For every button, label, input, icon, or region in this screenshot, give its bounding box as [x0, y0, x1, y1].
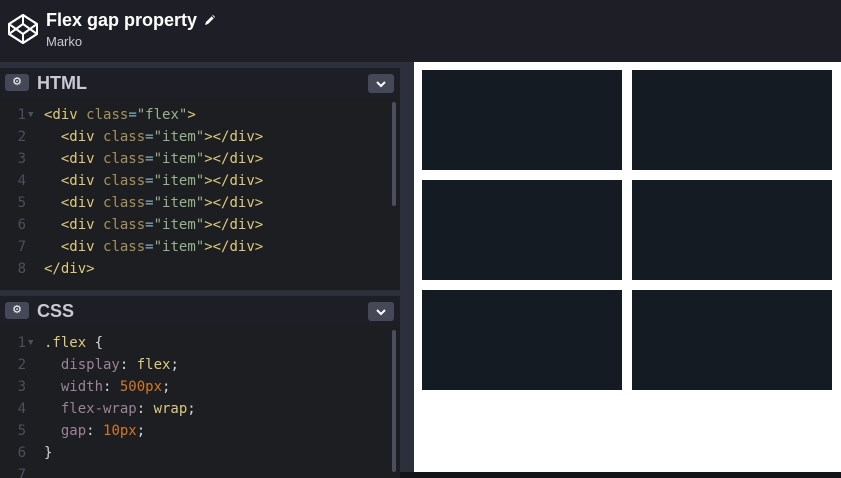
line-number: 5: [17, 195, 26, 211]
flex-container: [422, 70, 841, 390]
code-text: <div class="item"></div>: [60, 173, 264, 189]
css-code-editor[interactable]: 1 ▼ .flex {2 display: flex; 3 width: 500px;…: [0, 326, 400, 478]
code-line[interactable]: 6}: [0, 442, 400, 464]
line-number: 7: [17, 239, 26, 255]
line-number: 1: [17, 107, 26, 123]
line-number: 7: [17, 467, 26, 478]
author-name[interactable]: Marko: [46, 34, 82, 49]
css-scrollbar[interactable]: [392, 330, 396, 472]
code-text: }: [44, 445, 53, 461]
code-line[interactable]: 4 flex-wrap: wrap;: [0, 398, 400, 420]
pen-title[interactable]: Flex gap property: [46, 10, 197, 31]
code-text: width: 500px;: [60, 379, 171, 395]
code-line[interactable]: 5 gap: 10px;: [0, 420, 400, 442]
line-number: 2: [17, 357, 26, 373]
flex-item: [422, 70, 622, 170]
code-text: gap: 10px;: [60, 423, 146, 439]
code-text: </div>: [44, 261, 95, 277]
chevron-down-icon[interactable]: [368, 302, 394, 321]
html-panel-header: ⚙ HTML: [0, 68, 400, 98]
code-line[interactable]: 3 <div class="item"></div>: [0, 148, 400, 170]
line-number: 6: [17, 217, 26, 233]
editor-column: ⚙ HTML 1 ▼ <div class="flex"> 2 <div class=…: [0, 62, 400, 478]
codepen-logo-icon[interactable]: [7, 13, 39, 45]
result-preview: [414, 62, 841, 472]
code-text: <div class="item"></div>: [60, 151, 264, 167]
line-number: 3: [17, 151, 26, 167]
line-number: 6: [17, 445, 26, 461]
gear-icon[interactable]: ⚙: [5, 74, 29, 91]
title-row: Flex gap property: [46, 8, 217, 32]
code-line[interactable]: 6 <div class="item"></div>: [0, 214, 400, 236]
flex-item: [632, 290, 832, 390]
css-panel-label: CSS: [37, 301, 75, 321]
code-line[interactable]: 8 </div>: [0, 258, 400, 280]
pencil-icon[interactable]: [203, 13, 217, 27]
flex-item: [632, 180, 832, 280]
code-text: flex-wrap: wrap;: [60, 401, 196, 417]
html-panel-label: HTML: [37, 73, 87, 93]
line-number: 8: [17, 261, 26, 277]
resize-handle[interactable]: [400, 62, 414, 472]
code-line[interactable]: 2 <div class="item"></div>: [0, 126, 400, 148]
gear-icon[interactable]: ⚙: [5, 302, 29, 319]
code-line[interactable]: 1 ▼ <div class="flex">: [0, 104, 400, 126]
flex-item: [422, 290, 622, 390]
code-text: <div class="item"></div>: [60, 239, 264, 255]
code-line[interactable]: 7 <div class="item"></div>: [0, 236, 400, 258]
html-code-editor[interactable]: 1 ▼ <div class="flex"> 2 <div class="item">…: [0, 98, 400, 290]
html-scrollbar[interactable]: [392, 102, 396, 206]
code-line[interactable]: 2 display: flex;: [0, 354, 400, 376]
code-text: display: flex;: [60, 357, 179, 373]
code-line[interactable]: 7: [0, 464, 400, 478]
code-text: <div class="item"></div>: [60, 217, 264, 233]
code-line[interactable]: 4 <div class="item"></div>: [0, 170, 400, 192]
code-line[interactable]: 3 width: 500px;: [0, 376, 400, 398]
app-header: Flex gap property Marko: [0, 0, 841, 62]
line-number: 1: [17, 335, 26, 351]
css-panel-header: ⚙ CSS: [0, 296, 400, 326]
chevron-down-icon[interactable]: [368, 74, 394, 93]
code-text: <div class="item"></div>: [60, 129, 264, 145]
line-number: 2: [17, 129, 26, 145]
code-text: <div class="flex">: [44, 107, 196, 123]
code-text: <div class="item"></div>: [60, 195, 264, 211]
line-number: 4: [17, 401, 26, 417]
fold-arrow-icon[interactable]: ▼: [28, 104, 33, 126]
code-line[interactable]: 5 <div class="item"></div>: [0, 192, 400, 214]
flex-item: [632, 70, 832, 170]
line-number: 5: [17, 423, 26, 439]
code-line[interactable]: 1 ▼ .flex {: [0, 332, 400, 354]
line-number: 3: [17, 379, 26, 395]
fold-arrow-icon[interactable]: ▼: [28, 332, 33, 354]
line-number: 4: [17, 173, 26, 189]
flex-item: [422, 180, 622, 280]
code-text: .flex {: [44, 335, 104, 351]
